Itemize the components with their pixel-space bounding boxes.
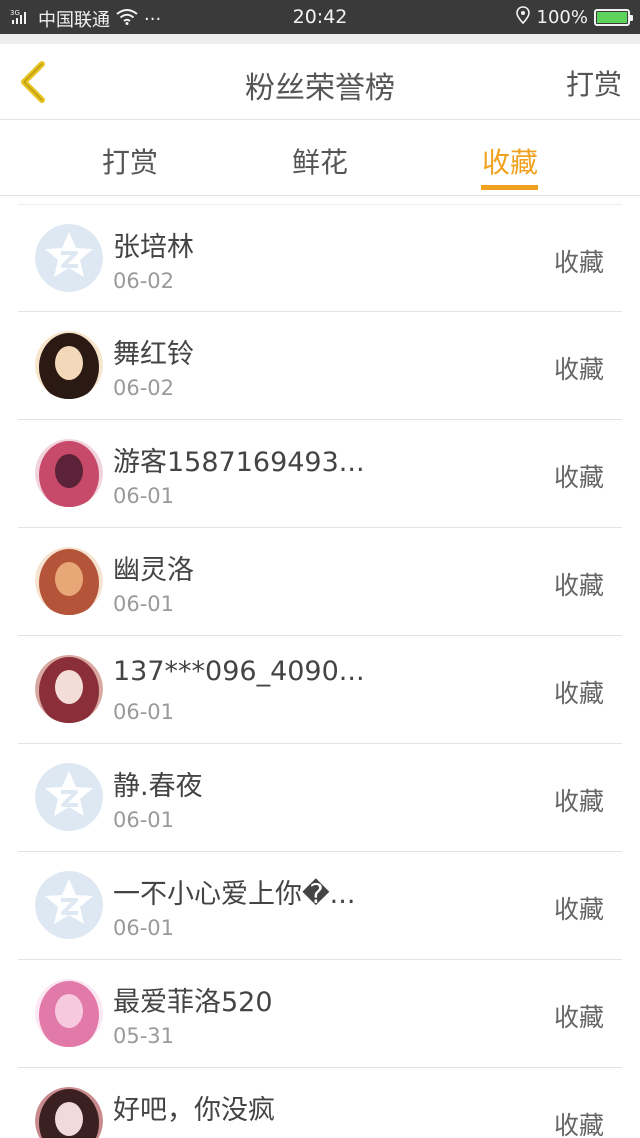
- app-header: 粉丝荣誉榜 打赏: [0, 44, 640, 120]
- user-name: 舞红铃: [113, 339, 194, 370]
- favorite-label: 收藏: [553, 787, 604, 816]
- list-item[interactable]: 游客1587169493... 06-01 收藏: [18, 420, 622, 528]
- battery-icon: [594, 9, 633, 26]
- user-name: 静.春夜: [113, 771, 203, 802]
- tab-flowers[interactable]: 鲜花: [260, 141, 380, 181]
- tab-bar: 打赏 鲜花 收藏: [0, 121, 640, 196]
- tab-favorites[interactable]: 收藏: [450, 141, 570, 181]
- avatar[interactable]: [35, 979, 103, 1047]
- user-name: 好吧，你没疯: [113, 1095, 275, 1126]
- list-item[interactable]: 张培林 06-02 收藏: [18, 204, 622, 312]
- battery-percent: 100%: [536, 7, 588, 28]
- fan-list: 张培林 06-02 收藏 舞红铃 06-02 收藏 游客1587169493... 06-01…: [18, 204, 622, 1138]
- location-icon: [515, 6, 531, 29]
- favorite-label: 收藏: [553, 895, 604, 924]
- page-title: 粉丝荣誉榜: [245, 71, 395, 106]
- user-name: 幽灵洛: [113, 555, 194, 586]
- favorite-label: 收藏: [553, 463, 604, 492]
- default-avatar-icon[interactable]: [35, 871, 103, 939]
- list-item[interactable]: 137***096_4090... 06-01 收藏: [18, 636, 622, 744]
- list-item[interactable]: 幽灵洛 06-01 收藏: [18, 528, 622, 636]
- default-avatar-icon[interactable]: [35, 224, 103, 292]
- favorite-date: 06-02: [113, 269, 175, 293]
- default-avatar-icon[interactable]: [35, 763, 103, 831]
- user-name: 张培林: [113, 232, 194, 263]
- favorite-date: 06-02: [113, 376, 175, 400]
- favorite-label: 收藏: [553, 355, 604, 384]
- avatar[interactable]: [35, 655, 103, 723]
- favorite-label: 收藏: [553, 679, 604, 708]
- status-divider: [0, 34, 640, 44]
- tab-reward[interactable]: 打赏: [70, 141, 190, 181]
- favorite-label: 收藏: [553, 248, 604, 277]
- user-name: 一不小心爱上你�...: [113, 879, 356, 910]
- favorite-label: 收藏: [553, 1003, 604, 1032]
- list-item[interactable]: 好吧，你没疯收藏: [18, 1068, 622, 1138]
- favorite-date: 06-01: [113, 808, 175, 832]
- avatar[interactable]: [35, 439, 103, 507]
- avatar[interactable]: [35, 1087, 103, 1138]
- user-name: 137***096_4090...: [113, 656, 365, 687]
- favorite-date: 06-01: [113, 700, 175, 724]
- list-item[interactable]: 静.春夜 06-01 收藏: [18, 744, 622, 852]
- favorite-date: 06-01: [113, 484, 175, 508]
- user-name: 最爱菲洛520: [113, 987, 273, 1018]
- list-item[interactable]: 最爱菲洛520 05-31 收藏: [18, 960, 622, 1068]
- tab-active-indicator: [481, 185, 538, 190]
- user-name: 游客1587169493...: [113, 447, 365, 478]
- favorite-label: 收藏: [553, 571, 604, 600]
- avatar[interactable]: [35, 331, 103, 399]
- favorite-date: 06-01: [113, 592, 175, 616]
- favorite-label: 收藏: [553, 1111, 604, 1138]
- favorite-date: 05-31: [113, 1024, 175, 1048]
- status-bar: 3G 中国联通 ··· 20:42 100%: [0, 0, 640, 34]
- favorite-date: 06-01: [113, 916, 175, 940]
- avatar[interactable]: [35, 547, 103, 615]
- list-item[interactable]: 舞红铃 06-02 收藏: [18, 312, 622, 420]
- list-item[interactable]: 一不小心爱上你�... 06-01 收藏: [18, 852, 622, 960]
- reward-button[interactable]: 打赏: [566, 63, 622, 103]
- status-right: 100%: [515, 6, 633, 29]
